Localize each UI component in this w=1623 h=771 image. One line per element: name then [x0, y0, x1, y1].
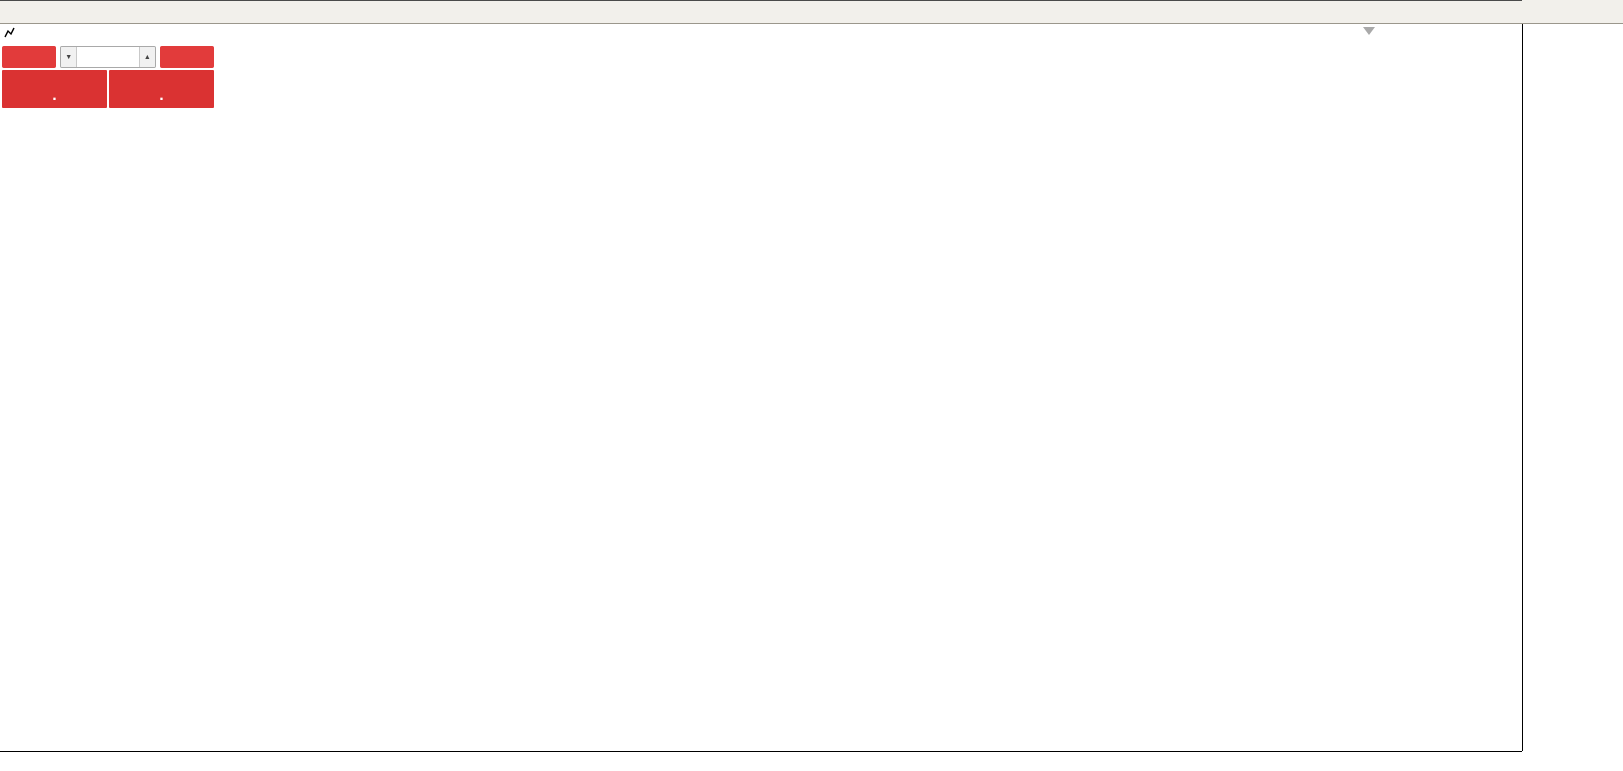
volume-increase-button[interactable]: ▲: [139, 47, 155, 67]
chart-mini-icon: [4, 27, 15, 38]
price-axis[interactable]: [1522, 24, 1623, 751]
volume-decrease-button[interactable]: ▼: [61, 47, 77, 67]
sell-price-panel[interactable]: .: [2, 70, 107, 108]
mt4-window: ▼ ▲ . .: [0, 0, 1623, 771]
buy-button[interactable]: [160, 46, 214, 68]
panel-separator[interactable]: [0, 0, 1522, 1]
one-click-trading-widget: ▼ ▲ . .: [2, 46, 214, 108]
volume-input[interactable]: [77, 47, 139, 67]
time-axis[interactable]: [0, 751, 1522, 771]
chart-title-bar: [4, 27, 25, 38]
buy-price-panel[interactable]: .: [109, 70, 214, 108]
volume-stepper: ▼ ▲: [60, 46, 155, 68]
sell-button[interactable]: [2, 46, 56, 68]
chart-shift-marker[interactable]: [1363, 27, 1375, 35]
